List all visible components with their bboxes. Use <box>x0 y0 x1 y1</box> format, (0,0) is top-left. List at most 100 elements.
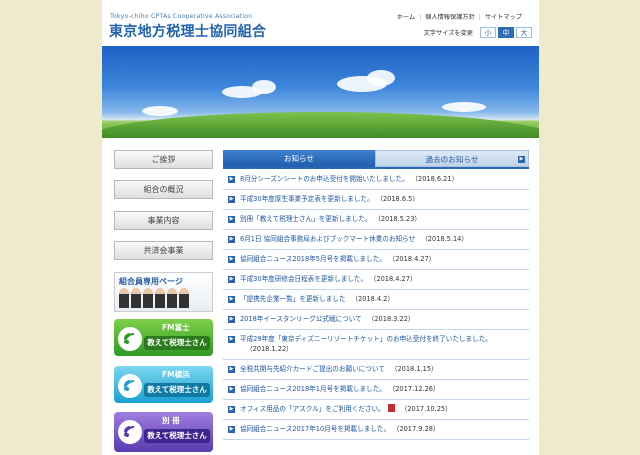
news-item-link[interactable]: 「提携先企業一覧」を更新しました <box>240 295 346 303</box>
cloud <box>442 102 486 112</box>
member-page-banner[interactable]: 組合員専用ページ <box>114 272 213 312</box>
sidebar-item-greeting[interactable]: ご挨拶 <box>114 150 213 169</box>
page-container: Tokyo-chiho CPTAs Cooperative Associatio… <box>102 0 539 455</box>
news-item: ▶ 協同組合ニュース2018年5月号を掲載しました。 （2018.4.27） <box>223 250 529 270</box>
tab-past-news[interactable]: 過去のお知らせ ▶ <box>375 150 529 167</box>
arrow-right-square-icon: ▶ <box>228 255 235 263</box>
link-privacy-policy[interactable]: 個人情報保護方針 <box>425 14 475 21</box>
bessatsu-banner[interactable]: 別 冊 教えて税理士さん <box>114 412 213 452</box>
news-item-body: 2018年イースタンリーグ公式戦について （2018.3.22） <box>240 314 529 324</box>
news-item-date: （2018.4.2） <box>351 295 395 303</box>
font-size-control: 文字サイズを変更 小 中 大 <box>424 27 532 38</box>
news-item-date: （2018.4.27） <box>373 275 417 283</box>
news-item-link[interactable]: 協同組合ニュース2017年10月号を掲載しました。 <box>240 425 390 433</box>
banner-station: 別 冊 <box>162 416 180 425</box>
news-item-date: （2018.5.14） <box>421 235 468 243</box>
news-item-link[interactable]: 別冊「教えて税理士さん」を更新しました。 <box>240 215 372 223</box>
news-item: ▶ オフィス用品の「アスクル」をご利用ください。 （2017.10.25） <box>223 400 529 420</box>
news-item-date: （2018.1.15） <box>390 365 438 373</box>
news-item-link[interactable]: 協同組合ニュース2018年5月号を掲載しました。 <box>240 255 386 263</box>
news-item-date: （2018.1.22） <box>246 345 293 353</box>
logo-japanese[interactable]: 東京地方税理士協同組合 <box>109 21 266 41</box>
news-item: ▶ 6月1日 協同組合事務局およびブックマート休業のお知らせ （2018.5.14） <box>223 230 529 250</box>
news-item-date: （2017.9.28） <box>396 425 440 433</box>
arrow-right-square-icon: ▶ <box>228 385 235 393</box>
news-item-body: 別冊「教えて税理士さん」を更新しました。 （2018.5.23） <box>240 214 529 224</box>
banner-title: 教えて税理士さん <box>144 429 210 443</box>
font-size-small-button[interactable]: 小 <box>480 27 496 38</box>
arrow-right-square-icon: ▶ <box>228 215 235 223</box>
font-size-label: 文字サイズを変更 <box>423 30 473 37</box>
arrow-right-square-icon: ▶ <box>228 275 235 283</box>
member-banner-title: 組合員専用ページ <box>119 277 183 286</box>
divider: | <box>478 14 481 21</box>
arrow-right-square-icon: ▶ <box>228 295 235 303</box>
arrow-right-square-icon: ▶ <box>228 235 235 243</box>
arrow-right-square-icon: ▶ <box>228 175 235 183</box>
news-item-link[interactable]: 平成30年度研修会日程表を更新しました。 <box>240 275 367 283</box>
news-item: ▶ 別冊「教えて税理士さん」を更新しました。 （2018.5.23） <box>223 210 529 230</box>
news-item: ▶ 協同組合ニュース2018年1月号を掲載しました。 （2017.12.26） <box>223 380 529 400</box>
news-item-date: （2017.10.25） <box>400 405 452 413</box>
news-item-link[interactable]: 平成30年度厚生事業予定表を更新しました。 <box>240 195 374 203</box>
link-home[interactable]: ホーム <box>397 14 415 21</box>
banner-station: FM横浜 <box>162 370 190 379</box>
arrow-right-square-icon: ▶ <box>228 365 235 373</box>
cloud <box>367 70 395 86</box>
arrow-right-icon: ▶ <box>518 156 525 163</box>
news-item: ▶ 平成30年度研修会日程表を更新しました。 （2018.4.27） <box>223 270 529 290</box>
font-size-large-button[interactable]: 大 <box>516 27 532 38</box>
news-item: ▶ 8月分シーズンシートのお申込受付を開始いたしました。 （2018.6.21） <box>223 170 529 190</box>
sidebar-item-overview[interactable]: 組合の概況 <box>114 180 213 199</box>
news-item-link[interactable]: オフィス用品の「アスクル」をご利用ください。 <box>240 405 385 413</box>
pdf-icon <box>387 404 395 412</box>
tab-underline <box>223 167 529 169</box>
arrow-right-square-icon: ▶ <box>228 195 235 203</box>
news-item-link[interactable]: 平成29年度「東京ディズニーリゾートチケット」のお申込受付を終了いたしました。 <box>240 335 492 343</box>
banner-title: 教えて税理士さん <box>144 383 210 397</box>
sidebar-item-services[interactable]: 事業内容 <box>114 211 213 230</box>
news-item-body: 平成30年度厚生事業予定表を更新しました。 （2018.6.5） <box>240 194 529 204</box>
news-item-link[interactable]: 8月分シーズンシートのお申込受付を開始いたしました。 <box>240 175 409 183</box>
news-item-body: 8月分シーズンシートのお申込受付を開始いたしました。 （2018.6.21） <box>240 174 529 184</box>
tab-past-news-label: 過去のお知らせ <box>425 155 479 164</box>
fm-fuji-banner[interactable]: FM富士 教えて税理士さん <box>114 319 213 356</box>
arrow-right-square-icon: ▶ <box>228 315 235 323</box>
radio-wave-icon <box>118 374 142 398</box>
news-item-date: （2018.4.27） <box>391 255 436 263</box>
news-item-body: オフィス用品の「アスクル」をご利用ください。 （2017.10.25） <box>240 404 529 414</box>
news-item: ▶ 平成29年度「東京ディズニーリゾートチケット」のお申込受付を終了いたしました。… <box>223 330 529 360</box>
arrow-right-square-icon: ▶ <box>228 335 235 343</box>
arrow-right-square-icon: ▶ <box>228 405 235 413</box>
news-item-body: 平成29年度「東京ディズニーリゾートチケット」のお申込受付を終了いたしました。 （… <box>240 334 529 354</box>
link-sitemap[interactable]: サイトマップ <box>485 14 522 21</box>
font-size-medium-button[interactable]: 中 <box>498 27 514 38</box>
news-item-body: 協同組合ニュース2017年10月号を掲載しました。 （2017.9.28） <box>240 424 529 434</box>
news-item: ▶ 「提携先企業一覧」を更新しました （2018.4.2） <box>223 290 529 310</box>
fm-yokohama-banner[interactable]: FM横浜 教えて税理士さん <box>114 366 213 403</box>
news-item-body: 平成30年度研修会日程表を更新しました。 （2018.4.27） <box>240 274 529 284</box>
radio-wave-icon <box>118 420 142 444</box>
news-item-link[interactable]: 全税共開与先紹介カードご提出のお願いについて <box>240 365 385 373</box>
news-item-body: 全税共開与先紹介カードご提出のお願いについて （2018.1.15） <box>240 364 529 374</box>
news-item-link[interactable]: 6月1日 協同組合事務局およびブックマート休業のお知らせ <box>240 235 415 243</box>
news-item-link[interactable]: 協同組合ニュース2018年1月号を掲載しました。 <box>240 385 386 393</box>
banner-station: FM富士 <box>162 323 190 332</box>
news-item-link[interactable]: 2018年イースタンリーグ公式戦について <box>240 315 362 323</box>
green-field <box>102 112 539 138</box>
news-item-body: 6月1日 協同組合事務局およびブックマート休業のお知らせ （2018.5.14） <box>240 234 529 244</box>
tab-news[interactable]: お知らせ <box>223 150 375 167</box>
divider: | <box>419 14 422 21</box>
cloud <box>252 80 276 94</box>
sidebar-item-mutual-aid[interactable]: 共済会事業 <box>114 241 213 260</box>
news-item: ▶ 平成30年度厚生事業予定表を更新しました。 （2018.6.5） <box>223 190 529 210</box>
top-links: ホーム | 個人情報保護方針 | サイトマップ <box>397 12 522 21</box>
news-item-date: （2017.12.26） <box>391 385 440 393</box>
news-list: ▶ 8月分シーズンシートのお申込受付を開始いたしました。 （2018.6.21） ▶ 平… <box>223 170 529 440</box>
news-item-date: （2018.3.22） <box>367 315 415 323</box>
news-tabs: お知らせ 過去のお知らせ ▶ <box>223 150 529 167</box>
logo-english[interactable]: Tokyo-chiho CPTAs Cooperative Associatio… <box>110 13 252 20</box>
news-item: ▶ 全税共開与先紹介カードご提出のお願いについて （2018.1.15） <box>223 360 529 380</box>
banner-title: 教えて税理士さん <box>144 336 210 350</box>
news-item-body: 「提携先企業一覧」を更新しました （2018.4.2） <box>240 294 529 304</box>
